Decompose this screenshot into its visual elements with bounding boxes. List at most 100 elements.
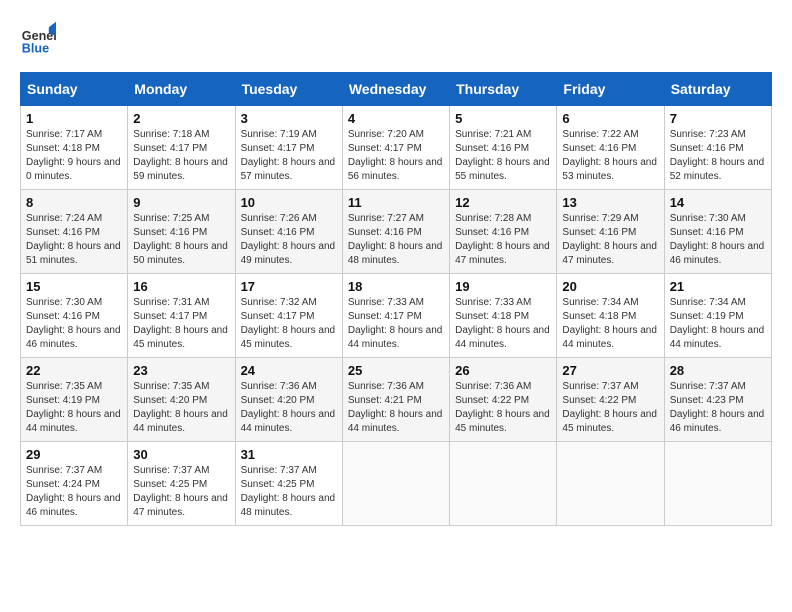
weekday-header-saturday: Saturday (664, 73, 771, 106)
day-number: 18 (348, 279, 444, 294)
day-info: Sunrise: 7:36 AMSunset: 4:20 PMDaylight:… (241, 380, 337, 436)
calendar-cell: 5 Sunrise: 7:21 AMSunset: 4:16 PMDaylight… (450, 106, 557, 190)
weekday-header-thursday: Thursday (450, 73, 557, 106)
day-info: Sunrise: 7:33 AMSunset: 4:18 PMDaylight:… (455, 296, 551, 352)
calendar-cell: 25 Sunrise: 7:36 AMSunset: 4:21 PMDayligh… (342, 358, 449, 442)
day-info: Sunrise: 7:17 AMSunset: 4:18 PMDaylight:… (26, 128, 122, 184)
weekday-header-monday: Monday (128, 73, 235, 106)
day-info: Sunrise: 7:35 AMSunset: 4:20 PMDaylight:… (133, 380, 229, 436)
calendar-cell: 10 Sunrise: 7:26 AMSunset: 4:16 PMDayligh… (235, 190, 342, 274)
day-number: 30 (133, 447, 229, 462)
day-info: Sunrise: 7:24 AMSunset: 4:16 PMDaylight:… (26, 212, 122, 268)
calendar-cell: 1 Sunrise: 7:17 AMSunset: 4:18 PMDaylight… (21, 106, 128, 190)
day-number: 19 (455, 279, 551, 294)
day-info: Sunrise: 7:36 AMSunset: 4:21 PMDaylight:… (348, 380, 444, 436)
weekday-header-row: SundayMondayTuesdayWednesdayThursdayFrid… (21, 73, 772, 106)
day-info: Sunrise: 7:30 AMSunset: 4:16 PMDaylight:… (26, 296, 122, 352)
calendar-cell (664, 442, 771, 526)
calendar-cell: 12 Sunrise: 7:28 AMSunset: 4:16 PMDayligh… (450, 190, 557, 274)
day-info: Sunrise: 7:22 AMSunset: 4:16 PMDaylight:… (562, 128, 658, 184)
calendar-cell: 31 Sunrise: 7:37 AMSunset: 4:25 PMDayligh… (235, 442, 342, 526)
day-info: Sunrise: 7:37 AMSunset: 4:23 PMDaylight:… (670, 380, 766, 436)
calendar-cell: 18 Sunrise: 7:33 AMSunset: 4:17 PMDayligh… (342, 274, 449, 358)
calendar-cell: 27 Sunrise: 7:37 AMSunset: 4:22 PMDayligh… (557, 358, 664, 442)
day-info: Sunrise: 7:33 AMSunset: 4:17 PMDaylight:… (348, 296, 444, 352)
day-info: Sunrise: 7:29 AMSunset: 4:16 PMDaylight:… (562, 212, 658, 268)
calendar-cell: 4 Sunrise: 7:20 AMSunset: 4:17 PMDaylight… (342, 106, 449, 190)
day-number: 25 (348, 363, 444, 378)
day-info: Sunrise: 7:34 AMSunset: 4:19 PMDaylight:… (670, 296, 766, 352)
calendar-cell: 15 Sunrise: 7:30 AMSunset: 4:16 PMDayligh… (21, 274, 128, 358)
calendar-cell: 13Sunrise: 7:29 AMSunset: 4:16 PMDayligh… (557, 190, 664, 274)
day-number: 5 (455, 111, 551, 126)
day-number: 9 (133, 195, 229, 210)
calendar-cell: 30Sunrise: 7:37 AMSunset: 4:25 PMDayligh… (128, 442, 235, 526)
calendar-cell: 2 Sunrise: 7:18 AMSunset: 4:17 PMDaylight… (128, 106, 235, 190)
calendar-cell (557, 442, 664, 526)
day-info: Sunrise: 7:18 AMSunset: 4:17 PMDaylight:… (133, 128, 229, 184)
day-number: 31 (241, 447, 337, 462)
calendar-cell: 14Sunrise: 7:30 AMSunset: 4:16 PMDayligh… (664, 190, 771, 274)
day-number: 10 (241, 195, 337, 210)
day-number: 7 (670, 111, 766, 126)
day-number: 8 (26, 195, 122, 210)
calendar-cell: 8 Sunrise: 7:24 AMSunset: 4:16 PMDaylight… (21, 190, 128, 274)
day-number: 20 (562, 279, 658, 294)
day-number: 27 (562, 363, 658, 378)
day-number: 2 (133, 111, 229, 126)
day-info: Sunrise: 7:23 AMSunset: 4:16 PMDaylight:… (670, 128, 766, 184)
day-info: Sunrise: 7:27 AMSunset: 4:16 PMDaylight:… (348, 212, 444, 268)
weekday-header-friday: Friday (557, 73, 664, 106)
day-info: Sunrise: 7:37 AMSunset: 4:22 PMDaylight:… (562, 380, 658, 436)
weekday-header-wednesday: Wednesday (342, 73, 449, 106)
day-info: Sunrise: 7:21 AMSunset: 4:16 PMDaylight:… (455, 128, 551, 184)
calendar-week-row: 29 Sunrise: 7:37 AMSunset: 4:24 PMDayligh… (21, 442, 772, 526)
calendar-week-row: 1 Sunrise: 7:17 AMSunset: 4:18 PMDaylight… (21, 106, 772, 190)
day-info: Sunrise: 7:26 AMSunset: 4:16 PMDaylight:… (241, 212, 337, 268)
day-info: Sunrise: 7:19 AMSunset: 4:17 PMDaylight:… (241, 128, 337, 184)
calendar-cell: 7 Sunrise: 7:23 AMSunset: 4:16 PMDaylight… (664, 106, 771, 190)
calendar-cell: 29 Sunrise: 7:37 AMSunset: 4:24 PMDayligh… (21, 442, 128, 526)
day-number: 15 (26, 279, 122, 294)
logo-icon: General Blue (20, 20, 56, 56)
calendar-cell: 21Sunrise: 7:34 AMSunset: 4:19 PMDayligh… (664, 274, 771, 358)
calendar-cell: 11 Sunrise: 7:27 AMSunset: 4:16 PMDayligh… (342, 190, 449, 274)
calendar-cell (342, 442, 449, 526)
calendar-cell: 26 Sunrise: 7:36 AMSunset: 4:22 PMDayligh… (450, 358, 557, 442)
day-number: 23 (133, 363, 229, 378)
day-info: Sunrise: 7:32 AMSunset: 4:17 PMDaylight:… (241, 296, 337, 352)
day-info: Sunrise: 7:31 AMSunset: 4:17 PMDaylight:… (133, 296, 229, 352)
calendar-table: SundayMondayTuesdayWednesdayThursdayFrid… (20, 72, 772, 526)
day-number: 29 (26, 447, 122, 462)
calendar-cell: 23 Sunrise: 7:35 AMSunset: 4:20 PMDayligh… (128, 358, 235, 442)
day-info: Sunrise: 7:37 AMSunset: 4:25 PMDaylight:… (241, 464, 337, 520)
day-info: Sunrise: 7:20 AMSunset: 4:17 PMDaylight:… (348, 128, 444, 184)
day-number: 28 (670, 363, 766, 378)
day-number: 11 (348, 195, 444, 210)
day-number: 12 (455, 195, 551, 210)
calendar-week-row: 8 Sunrise: 7:24 AMSunset: 4:16 PMDaylight… (21, 190, 772, 274)
day-number: 26 (455, 363, 551, 378)
calendar-cell: 17Sunrise: 7:32 AMSunset: 4:17 PMDayligh… (235, 274, 342, 358)
day-number: 24 (241, 363, 337, 378)
day-number: 14 (670, 195, 766, 210)
logo: General Blue (20, 20, 60, 56)
calendar-cell: 24 Sunrise: 7:36 AMSunset: 4:20 PMDayligh… (235, 358, 342, 442)
day-number: 3 (241, 111, 337, 126)
day-number: 6 (562, 111, 658, 126)
svg-text:Blue: Blue (22, 41, 49, 55)
day-info: Sunrise: 7:25 AMSunset: 4:16 PMDaylight:… (133, 212, 229, 268)
calendar-week-row: 15 Sunrise: 7:30 AMSunset: 4:16 PMDayligh… (21, 274, 772, 358)
day-info: Sunrise: 7:36 AMSunset: 4:22 PMDaylight:… (455, 380, 551, 436)
calendar-cell: 3 Sunrise: 7:19 AMSunset: 4:17 PMDaylight… (235, 106, 342, 190)
day-info: Sunrise: 7:37 AMSunset: 4:24 PMDaylight:… (26, 464, 122, 520)
day-number: 4 (348, 111, 444, 126)
day-number: 1 (26, 111, 122, 126)
calendar-cell: 22Sunrise: 7:35 AMSunset: 4:19 PMDayligh… (21, 358, 128, 442)
calendar-cell: 20Sunrise: 7:34 AMSunset: 4:18 PMDayligh… (557, 274, 664, 358)
calendar-cell: 28 Sunrise: 7:37 AMSunset: 4:23 PMDayligh… (664, 358, 771, 442)
calendar-cell: 19 Sunrise: 7:33 AMSunset: 4:18 PMDayligh… (450, 274, 557, 358)
day-info: Sunrise: 7:28 AMSunset: 4:16 PMDaylight:… (455, 212, 551, 268)
calendar-cell (450, 442, 557, 526)
calendar-cell: 16Sunrise: 7:31 AMSunset: 4:17 PMDayligh… (128, 274, 235, 358)
